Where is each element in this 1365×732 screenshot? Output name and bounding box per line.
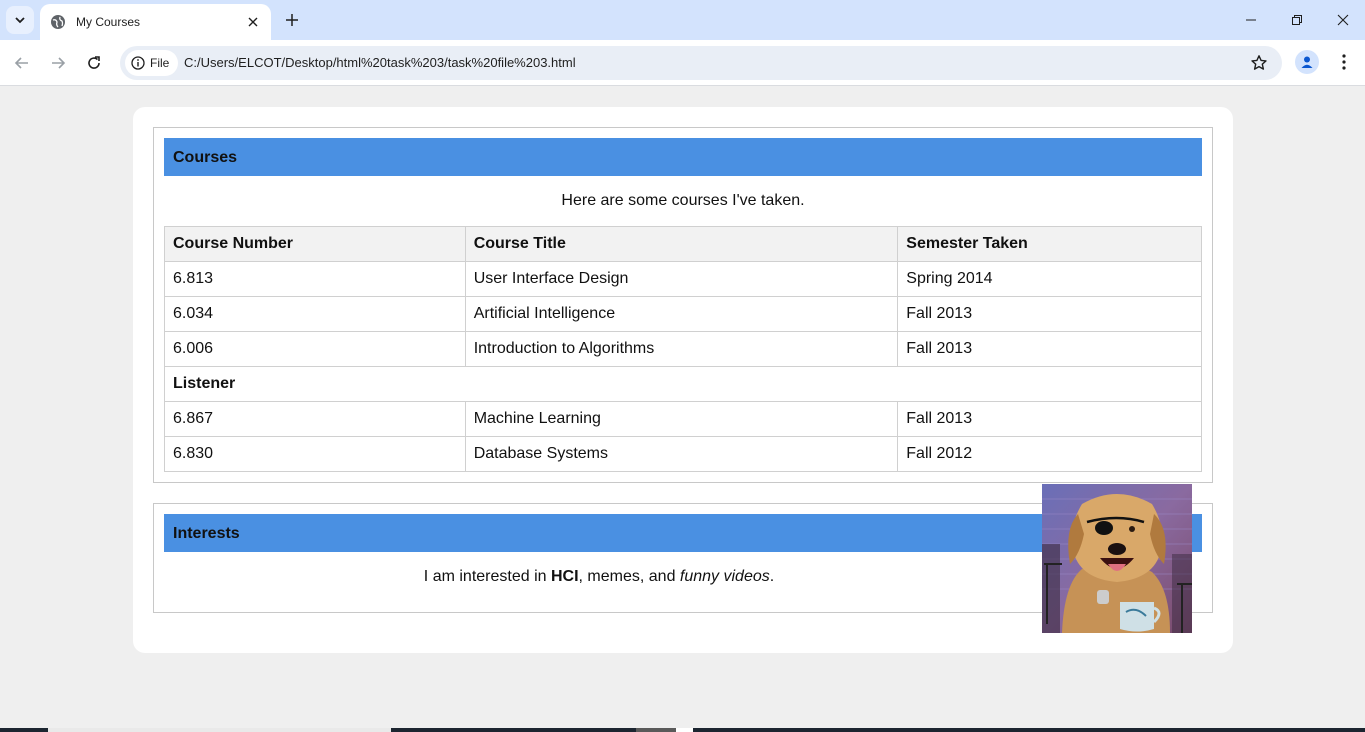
semester-taken: Spring 2014	[897, 261, 1202, 297]
interests-italic: funny videos	[679, 568, 770, 585]
courses-header: Courses	[164, 138, 1202, 176]
reload-icon	[88, 56, 100, 69]
globe-icon	[50, 14, 66, 30]
course-title: User Interface Design	[464, 261, 899, 297]
tab-search-button[interactable]	[6, 6, 34, 34]
arrow-left-icon	[14, 57, 28, 69]
interests-prefix: I am interested in	[423, 568, 551, 585]
interests-suffix: .	[769, 568, 775, 585]
semester-taken: Fall 2013	[897, 296, 1202, 332]
table-group-row: Listener	[164, 366, 1202, 402]
chevron-down-icon	[15, 17, 25, 24]
taskbar	[0, 728, 1365, 732]
minimize-button[interactable]	[1228, 0, 1274, 40]
dog-image	[1042, 484, 1192, 633]
address-bar[interactable]: File C:/Users/ELCOT/Desktop/html%20task%…	[120, 46, 1282, 80]
back-button[interactable]	[8, 49, 36, 77]
site-info-chip[interactable]: File	[125, 50, 179, 76]
course-title: Database Systems	[464, 436, 899, 472]
semester-taken: Fall 2013	[897, 401, 1202, 437]
taskbar-item[interactable]	[48, 728, 391, 732]
table-row: 6.867 Machine Learning Fall 2013	[164, 401, 1202, 437]
courses-intro: Here are some courses I've taken.	[561, 192, 805, 209]
reload-button[interactable]	[80, 49, 108, 77]
browser-menu-button[interactable]	[1334, 50, 1354, 74]
forward-button[interactable]	[44, 49, 72, 77]
course-number: 6.034	[164, 296, 466, 332]
semester-taken: Fall 2013	[897, 331, 1202, 367]
more-vert-icon	[1342, 54, 1346, 70]
table-row: 6.830 Database Systems Fall 2012	[164, 436, 1202, 472]
active-tab[interactable]: My Courses	[40, 4, 271, 40]
semester-taken: Fall 2012	[897, 436, 1202, 472]
table-row: 6.006 Introduction to Algorithms Fall 20…	[164, 331, 1202, 367]
info-icon	[131, 56, 145, 70]
interests-text: I am interested in HCI, memes, and funny…	[164, 568, 1034, 586]
profile-button[interactable]	[1295, 50, 1319, 74]
table-row: 6.034 Artificial Intelligence Fall 2013	[164, 296, 1202, 332]
close-window-button[interactable]	[1320, 0, 1365, 40]
course-title: Introduction to Algorithms	[464, 331, 899, 367]
restore-icon	[1292, 15, 1302, 25]
tab-title: My Courses	[76, 15, 141, 29]
tab-strip: My Courses	[0, 0, 1365, 40]
close-tab-icon[interactable]	[245, 14, 261, 30]
course-number: 6.006	[164, 331, 466, 367]
avatar-icon	[1301, 56, 1313, 68]
interests-middle: , memes, and	[578, 568, 680, 585]
close-icon	[1337, 14, 1349, 26]
minimize-icon	[1246, 19, 1256, 21]
plus-icon	[286, 14, 298, 26]
course-number: 6.867	[164, 401, 466, 437]
new-tab-button[interactable]	[280, 8, 304, 32]
course-number: 6.830	[164, 436, 466, 472]
course-title: Machine Learning	[464, 401, 899, 437]
courses-section: Courses Here are some courses I've taken…	[153, 127, 1213, 483]
courses-table: Course Number Course Title Semester Take…	[164, 226, 1202, 472]
table-header-row: Course Number Course Title Semester Take…	[164, 226, 1202, 262]
listener-group-label: Listener	[164, 366, 1202, 402]
arrow-right-icon	[52, 57, 66, 69]
course-number: 6.813	[164, 261, 466, 297]
browser-toolbar: File C:/Users/ELCOT/Desktop/html%20task%…	[0, 40, 1365, 86]
url-text[interactable]: C:/Users/ELCOT/Desktop/html%20task%203/t…	[184, 55, 576, 70]
site-info-label: File	[150, 56, 170, 70]
taskbar-item[interactable]	[636, 728, 676, 732]
interests-bold: HCI	[550, 568, 579, 585]
restore-button[interactable]	[1274, 0, 1320, 40]
star-icon[interactable]	[1250, 54, 1268, 72]
taskbar-item[interactable]	[676, 728, 693, 732]
table-row: 6.813 User Interface Design Spring 2014	[164, 261, 1202, 297]
column-header: Semester Taken	[897, 226, 1202, 262]
column-header: Course Number	[164, 226, 466, 262]
course-title: Artificial Intelligence	[464, 296, 899, 332]
column-header: Course Title	[464, 226, 899, 262]
